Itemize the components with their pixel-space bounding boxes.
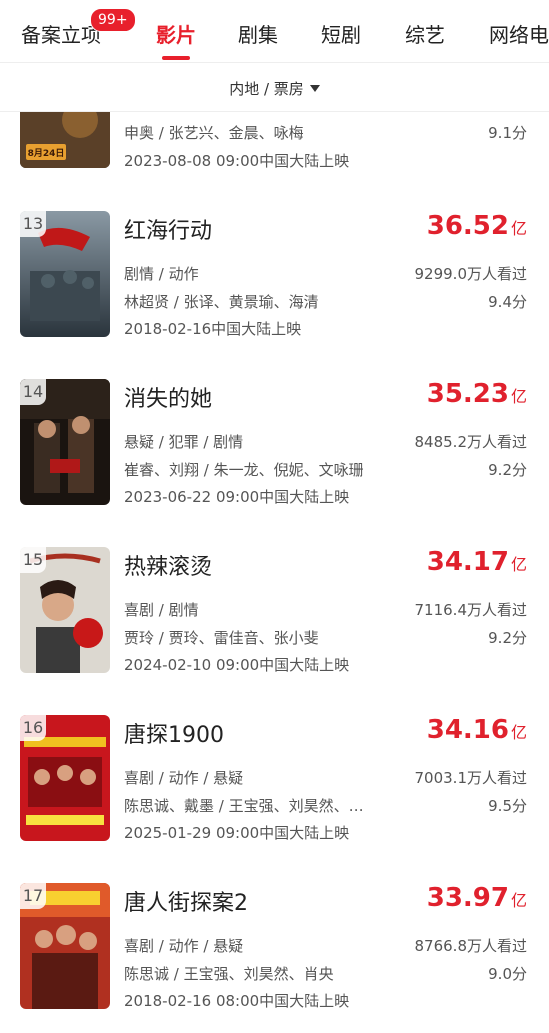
- genre: 悬疑 / 犯罪 / 剧情: [124, 433, 244, 451]
- movie-title: 消失的她: [124, 387, 213, 412]
- rating: 9.1分: [488, 124, 527, 142]
- box-office-unit: 亿: [510, 723, 527, 742]
- box-office: 34.17 亿: [427, 547, 527, 577]
- release-date: 2018-02-16 08:00中国大陆上映: [124, 992, 350, 1010]
- box-office: 36.52 亿: [427, 211, 527, 241]
- box-office-unit: 亿: [510, 555, 527, 574]
- box-office: 34.16 亿: [427, 715, 527, 745]
- cast-line: 申奥 / 张艺兴、金晨、咏梅: [124, 124, 304, 142]
- view-count: 8766.8万人看过: [414, 937, 528, 955]
- movie-poster: 16: [20, 715, 110, 841]
- tab-movies[interactable]: 影片: [156, 19, 196, 48]
- rank-badge: 15: [20, 547, 46, 573]
- rating: 9.4分: [488, 293, 527, 311]
- view-count: 9299.0万人看过: [414, 265, 528, 283]
- release-date: 2023-08-08 09:00中国大陆上映: [124, 152, 350, 170]
- movie-title: 红海行动: [124, 219, 213, 244]
- movie-title: 唐人街探案2: [124, 891, 248, 916]
- rating: 9.2分: [488, 629, 527, 647]
- movie-poster: 13: [20, 211, 110, 337]
- notification-badge: 99+: [90, 8, 136, 32]
- view-count: 7116.4万人看过: [414, 601, 528, 619]
- genre: 喜剧 / 剧情: [124, 601, 199, 619]
- tab-filing[interactable]: 备案立项: [21, 19, 101, 48]
- list-item[interactable]: 16 唐探1900 34.16 亿 喜剧 / 动作 / 悬疑 7003.1万人看过…: [0, 715, 549, 865]
- genre: 喜剧 / 动作 / 悬疑: [124, 937, 244, 955]
- filter-dropdown[interactable]: 内地 / 票房: [229, 78, 320, 99]
- view-count: 8485.2万人看过: [414, 433, 528, 451]
- rank-badge: 16: [20, 715, 46, 741]
- cast-line: 陈思诚、戴墨 / 王宝强、刘昊然、…: [124, 797, 364, 815]
- cast-line: 贾玲 / 贾玲、雷佳音、张小斐: [124, 629, 319, 647]
- list-item[interactable]: 14 消失的她 35.23 亿 悬疑 / 犯罪 / 剧情 8485.2万人看过 崔…: [0, 379, 549, 529]
- movie-poster: 14: [20, 379, 110, 505]
- release-date: 2023-06-22 09:00中国大陆上映: [124, 488, 350, 506]
- release-date: 2025-01-29 09:00中国大陆上映: [124, 824, 350, 842]
- top-tab-bar: 备案立项 99+ 影片 剧集 短剧 综艺 网络电: [0, 0, 549, 63]
- box-office-unit: 亿: [510, 891, 527, 910]
- box-office-value: 36.52: [426, 211, 509, 241]
- box-office: 35.23 亿: [427, 379, 527, 409]
- genre: 喜剧 / 动作 / 悬疑: [124, 769, 244, 787]
- tab-web-movie[interactable]: 网络电: [489, 19, 549, 48]
- genre: 剧情 / 动作: [124, 265, 199, 283]
- list-item[interactable]: 17 唐人街探案2 33.97 亿 喜剧 / 动作 / 悬疑 8766.8万人看过…: [0, 883, 549, 1033]
- box-office-value: 34.16: [426, 715, 509, 745]
- filter-label: 内地 / 票房: [229, 80, 304, 98]
- tab-short-drama[interactable]: 短剧: [321, 19, 361, 48]
- view-count: 7003.1万人看过: [414, 769, 528, 787]
- rating: 9.0分: [488, 965, 527, 983]
- list-item[interactable]: 13 红海行动 36.52 亿 剧情 / 动作 9299.0万人看过 林超贤 / …: [0, 211, 549, 361]
- movie-poster: 17: [20, 883, 110, 1009]
- release-date: 2018-02-16中国大陆上映: [124, 320, 302, 338]
- cast-line: 林超贤 / 张译、黄景瑜、海清: [124, 293, 319, 311]
- box-office-value: 34.17: [426, 547, 509, 577]
- release-date: 2024-02-10 09:00中国大陆上映: [124, 656, 350, 674]
- box-office-unit: 亿: [510, 219, 527, 238]
- rating: 9.2分: [488, 461, 527, 479]
- movie-title: 唐探1900: [124, 723, 224, 748]
- movie-title: 热辣滚烫: [124, 555, 213, 580]
- caret-down-icon: [309, 85, 320, 92]
- tab-series[interactable]: 剧集: [238, 19, 278, 48]
- cast-line: 崔睿、刘翔 / 朱一龙、倪妮、文咏珊: [124, 461, 364, 479]
- rank-badge: 13: [20, 211, 46, 237]
- tab-variety[interactable]: 综艺: [405, 19, 445, 48]
- movie-poster: 15: [20, 547, 110, 673]
- rank-badge: 14: [20, 379, 46, 405]
- filter-bar[interactable]: 内地 / 票房: [0, 63, 549, 112]
- rating: 9.5分: [488, 797, 527, 815]
- cast-line: 陈思诚 / 王宝强、刘昊然、肖央: [124, 965, 334, 983]
- active-tab-indicator: [162, 56, 190, 60]
- box-office: 33.97 亿: [427, 883, 527, 913]
- box-office-value: 35.23: [426, 379, 509, 409]
- rank-badge: 17: [20, 883, 46, 909]
- svg-text:8月24日: 8月24日: [28, 148, 65, 159]
- box-office-value: 33.97: [426, 883, 509, 913]
- box-office-unit: 亿: [510, 387, 527, 406]
- list-item[interactable]: 15 热辣滚烫 34.17 亿 喜剧 / 剧情 7116.4万人看过 贾玲 / 贾…: [0, 547, 549, 697]
